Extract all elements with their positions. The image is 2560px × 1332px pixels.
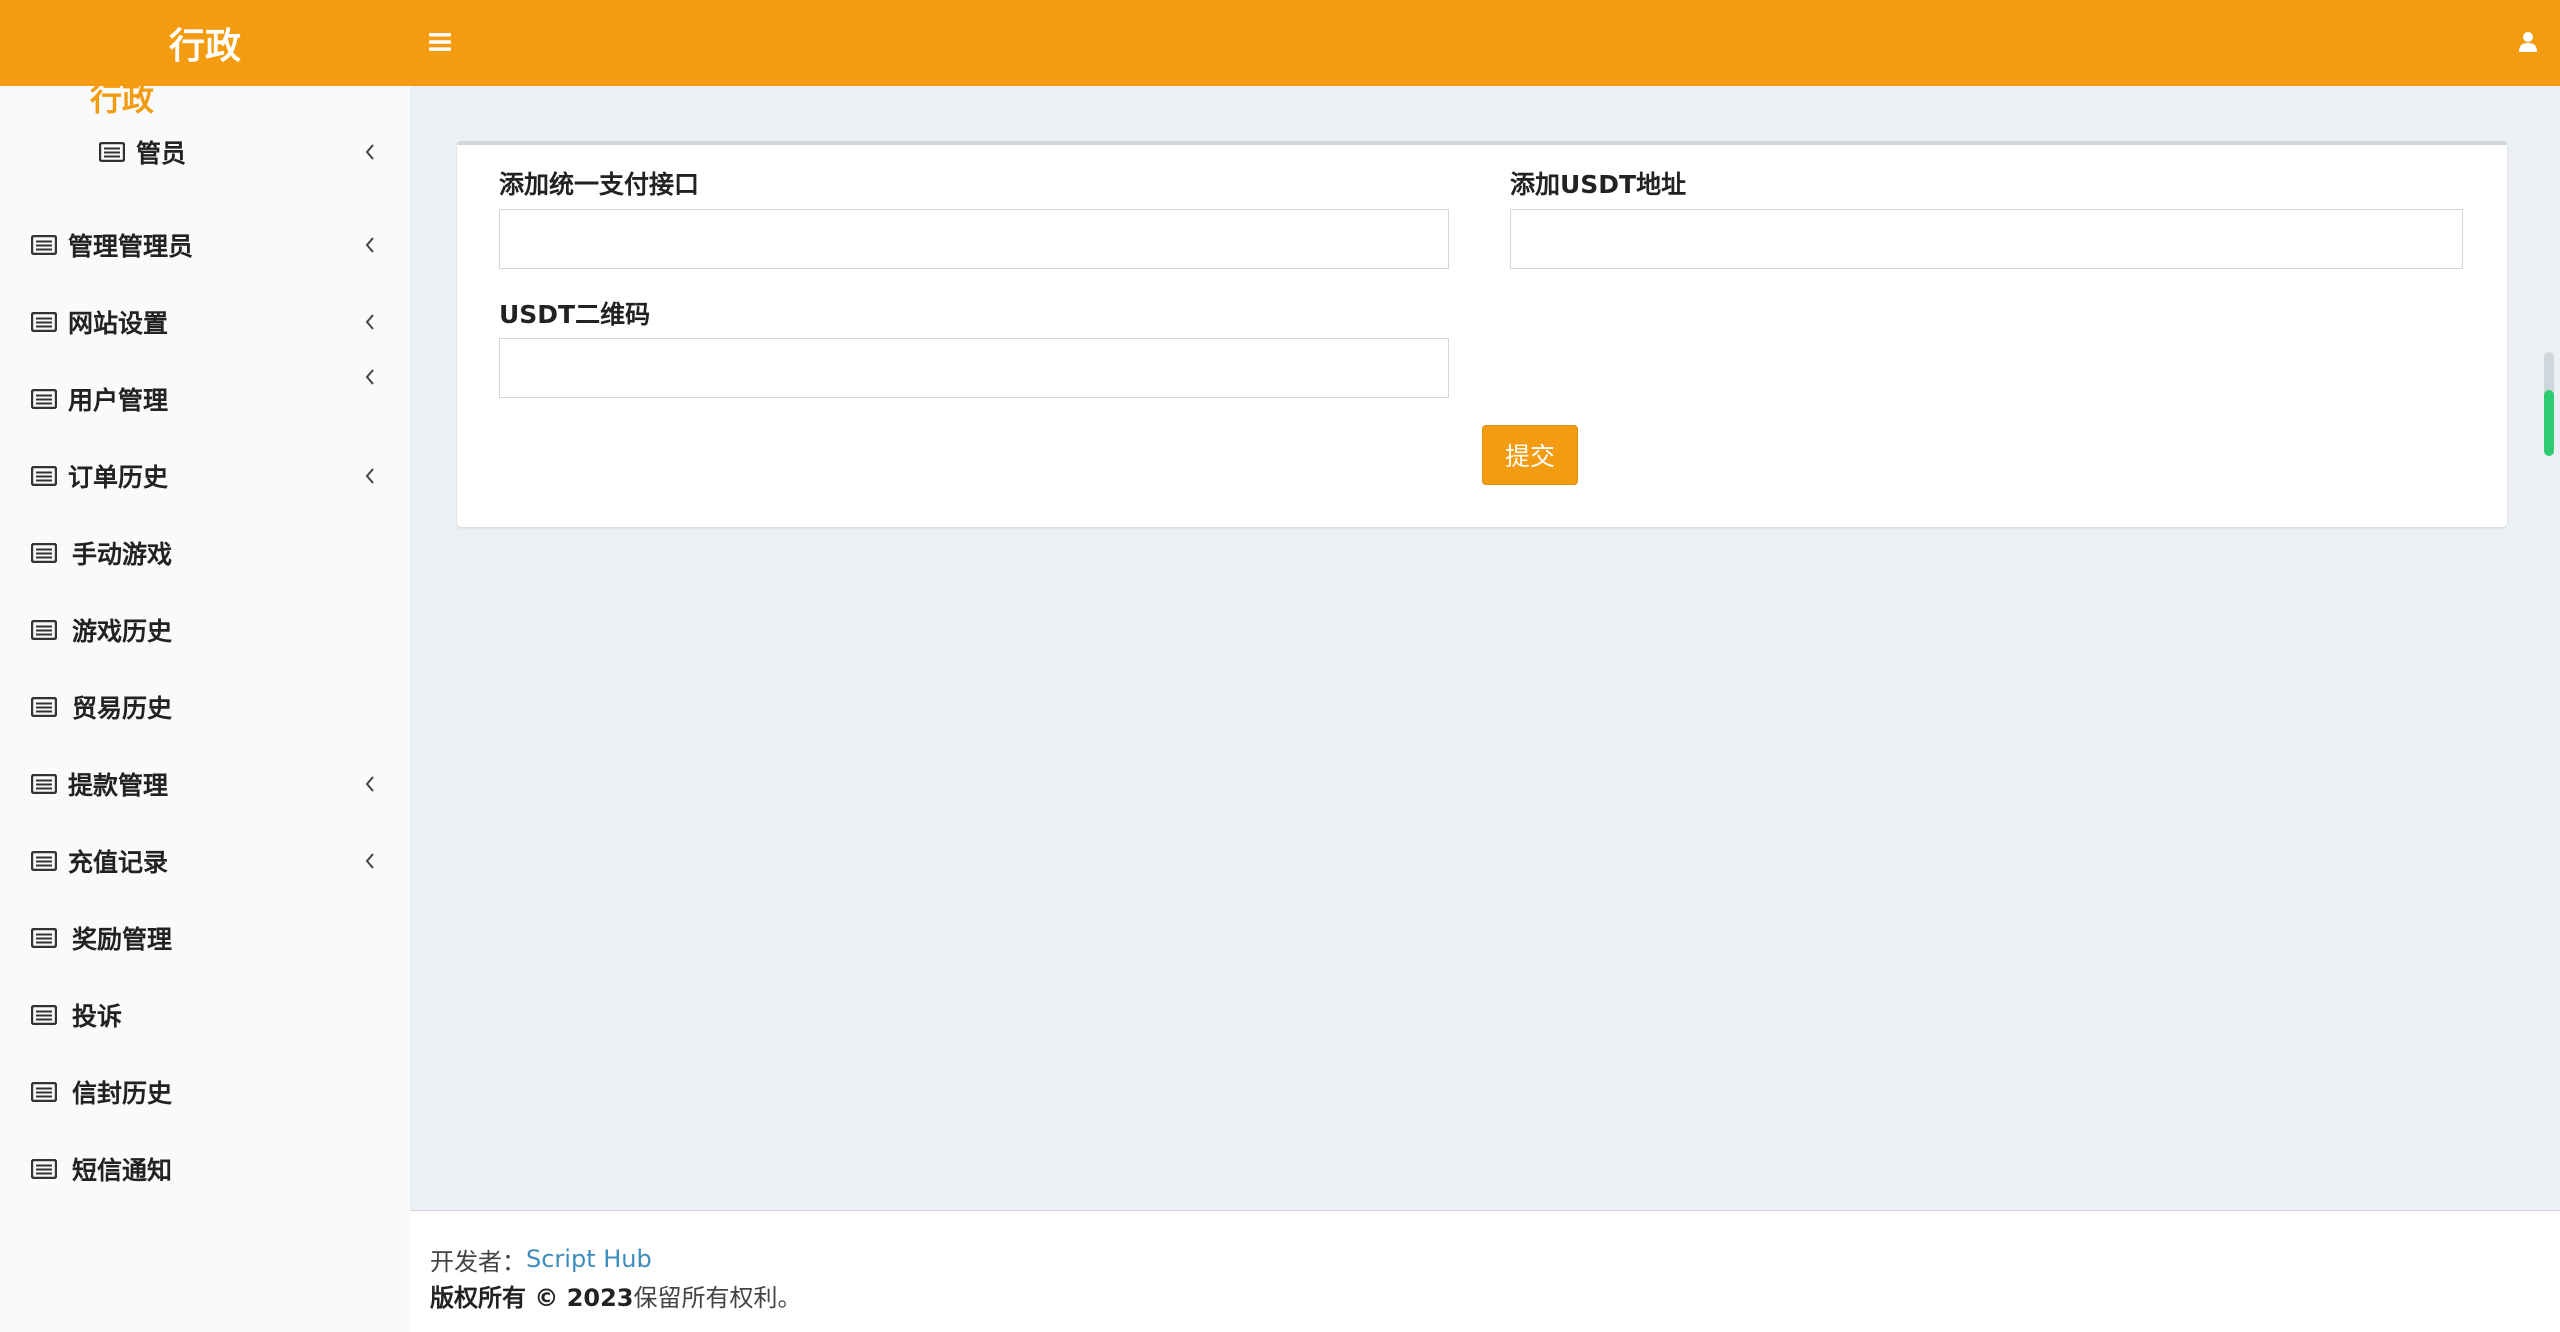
sidebar-item-label: 贸易历史 <box>72 694 173 723</box>
chevron-left-icon <box>358 138 382 166</box>
sidebar-item-trade-history[interactable]: 贸易历史 <box>0 677 410 737</box>
sidebar-item-label: 管员 <box>136 139 187 168</box>
top-header: 行政 <box>0 0 2560 86</box>
copyright-text: 保留所有权利。 <box>633 1283 802 1312</box>
developer-line: 开发者： Script Hub <box>430 1241 2560 1277</box>
sidebar-header-remnant: 行政 <box>90 86 155 116</box>
list-icon <box>30 542 58 564</box>
list-icon <box>30 927 58 949</box>
main-content: 添加统一支付接口 添加USDT地址 USDT二维码 提交 <box>410 86 2560 1210</box>
chevron-left-icon <box>358 363 382 391</box>
sidebar-item-sms-notification[interactable]: 短信通知 <box>0 1139 410 1199</box>
usdt-address-label: 添加USDT地址 <box>1510 170 1687 199</box>
sidebar-item-admin-management[interactable]: 管理管理员 <box>0 215 410 275</box>
developer-link[interactable]: Script Hub <box>526 1245 652 1273</box>
chevron-left-icon <box>358 770 382 798</box>
chevron-left-icon <box>358 462 382 490</box>
usdt-qr-input[interactable] <box>499 338 1449 398</box>
sidebar-item-label: 充值记录 <box>68 848 169 877</box>
usdt-qr-label: USDT二维码 <box>499 300 651 329</box>
sidebar-item-label: 短信通知 <box>72 1156 173 1185</box>
scroll-indicator-fill <box>2544 390 2554 456</box>
sidebar-item-label: 订单历史 <box>68 463 169 492</box>
app-logo[interactable]: 行政 <box>0 0 410 86</box>
sidebar-item-label: 游戏历史 <box>72 617 173 646</box>
list-icon <box>30 311 58 333</box>
sidebar-item-label: 投诉 <box>72 1002 123 1031</box>
sidebar-item-label: 奖励管理 <box>72 925 173 954</box>
hamburger-icon <box>429 33 451 51</box>
scroll-indicator[interactable] <box>2544 352 2554 456</box>
list-icon <box>30 465 58 487</box>
chevron-left-icon <box>358 847 382 875</box>
sidebar-item-label: 提款管理 <box>68 771 169 800</box>
user-icon <box>2519 32 2537 52</box>
list-icon <box>98 141 126 163</box>
payment-api-label: 添加统一支付接口 <box>499 170 700 199</box>
sidebar-item-user-management[interactable]: 用户管理 <box>0 369 410 429</box>
sidebar-item-complaints[interactable]: 投诉 <box>0 985 410 1045</box>
list-icon <box>30 1081 58 1103</box>
sidebar-item-label: 网站设置 <box>68 309 169 338</box>
sidebar-item-game-history[interactable]: 游戏历史 <box>0 600 410 660</box>
chevron-left-icon <box>358 231 382 259</box>
page-footer: 开发者： Script Hub 版权所有 © 2023 保留所有权利。 <box>410 1210 2560 1332</box>
list-icon <box>30 234 58 256</box>
sidebar-item-label: 用户管理 <box>68 386 169 415</box>
sidebar-item-website-settings[interactable]: 网站设置 <box>0 292 410 352</box>
submit-button[interactable]: 提交 <box>1482 425 1578 485</box>
list-icon <box>30 388 58 410</box>
sidebar-item-label: 信封历史 <box>72 1079 173 1108</box>
developer-prefix: 开发者： <box>430 1247 526 1276</box>
sidebar-item-staff[interactable]: 管员 <box>0 122 410 182</box>
sidebar-toggle-button[interactable] <box>420 22 460 62</box>
list-icon <box>30 696 58 718</box>
list-icon <box>30 773 58 795</box>
payment-settings-form: 添加统一支付接口 添加USDT地址 USDT二维码 提交 <box>457 141 2507 527</box>
payment-api-input[interactable] <box>499 209 1449 269</box>
usdt-address-input[interactable] <box>1510 209 2463 269</box>
user-menu-button[interactable] <box>2508 22 2548 62</box>
sidebar-item-envelope-history[interactable]: 信封历史 <box>0 1062 410 1122</box>
chevron-left-icon <box>358 308 382 336</box>
copyright-line: 版权所有 © 2023 保留所有权利。 <box>430 1277 2560 1313</box>
list-icon <box>30 850 58 872</box>
list-icon <box>30 619 58 641</box>
sidebar-item-withdrawal-management[interactable]: 提款管理 <box>0 754 410 814</box>
list-icon <box>30 1004 58 1026</box>
sidebar-item-label: 手动游戏 <box>72 540 173 569</box>
sidebar-item-order-history[interactable]: 订单历史 <box>0 446 410 506</box>
list-icon <box>30 1158 58 1180</box>
sidebar-item-recharge-records[interactable]: 充值记录 <box>0 831 410 891</box>
sidebar-item-label: 管理管理员 <box>68 232 194 261</box>
sidebar-item-reward-management[interactable]: 奖励管理 <box>0 908 410 968</box>
copyright-label: 版权所有 © 2023 <box>430 1283 634 1312</box>
sidebar-item-manual-game[interactable]: 手动游戏 <box>0 523 410 583</box>
